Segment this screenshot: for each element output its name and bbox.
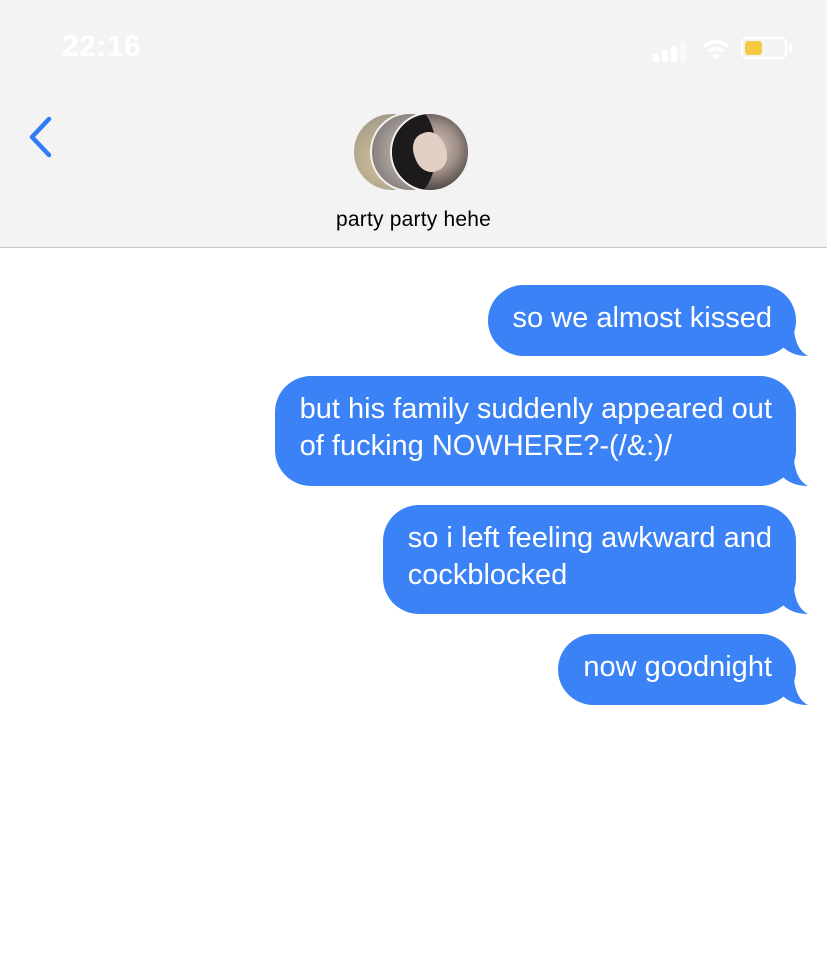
bubble-tail [780, 330, 808, 356]
battery-level [745, 41, 762, 55]
battery-nub [789, 44, 792, 52]
status-time: 22:16 [62, 30, 142, 63]
message-list: so we almost kissed but his family sudde… [0, 248, 827, 963]
message-text-line: now goodnight [583, 651, 772, 683]
imessage-screen: 22:16 party party hehe so we almost kiss… [0, 0, 827, 963]
sent-message-bubble[interactable]: but his family suddenly appeared out of … [274, 376, 808, 486]
bubble-tail [780, 588, 808, 614]
conversation-title[interactable]: party party hehe [0, 208, 827, 232]
message-text-line: but his family suddenly appeared out [299, 393, 772, 425]
conversation-header: 22:16 party party hehe [0, 0, 827, 248]
battery-icon [741, 37, 787, 59]
sent-message-bubble[interactable]: now goodnight [558, 634, 808, 705]
message-text-line: of fucking NOWHERE?-(/&:)/ [299, 430, 672, 462]
message-text-line: so we almost kissed [512, 302, 773, 334]
wifi-icon [703, 39, 729, 60]
bubble-tail [780, 460, 808, 486]
message-text-line: cockblocked [407, 559, 568, 591]
group-avatars[interactable] [352, 112, 477, 196]
bubble-tail [780, 679, 808, 705]
cellular-signal-icon [653, 40, 693, 62]
sent-message-bubble[interactable]: so we almost kissed [487, 285, 808, 356]
sent-message-bubble[interactable]: so i left feeling awkward and cockblocke… [382, 505, 808, 614]
message-text-line: so i left feeling awkward and [407, 522, 772, 554]
avatar [390, 112, 470, 192]
back-button[interactable] [20, 110, 64, 164]
chevron-left-icon [29, 116, 52, 158]
